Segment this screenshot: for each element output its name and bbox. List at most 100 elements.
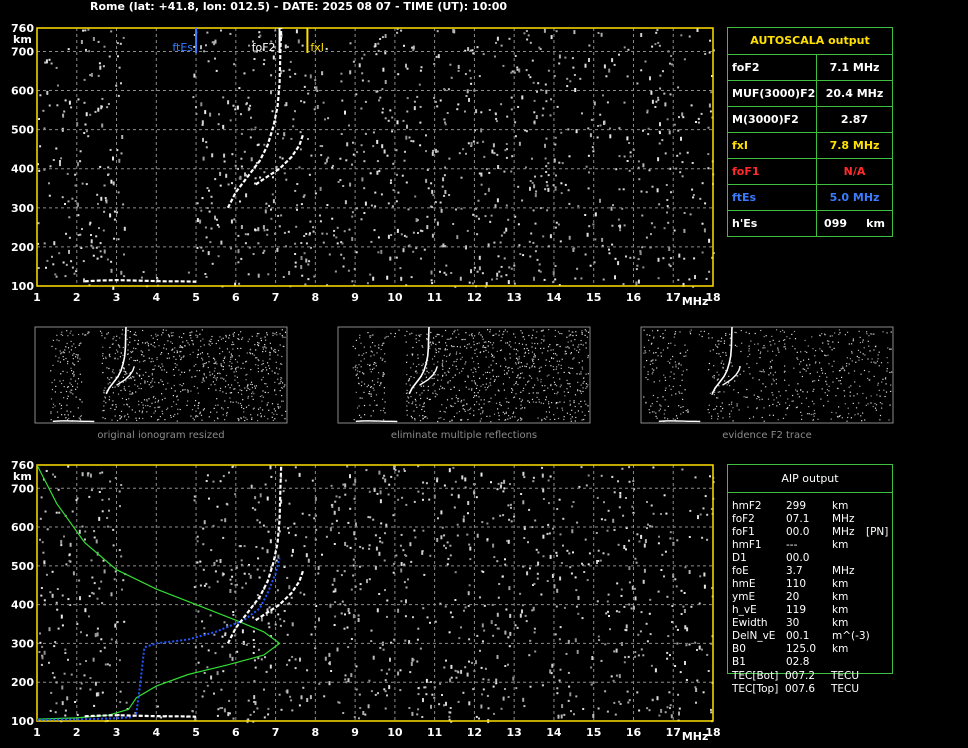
aip-row: foF1 00.0 MHz [PN] bbox=[728, 526, 892, 539]
autoscala-label: ftEs bbox=[728, 185, 817, 210]
autoscala-row: MUF(3000)F2 20.4 MHz bbox=[728, 81, 892, 107]
autoscala-value: 099 km bbox=[824, 217, 885, 230]
autoscala-label: fxI bbox=[728, 133, 817, 158]
autoscala-value: 20.4 MHz bbox=[825, 87, 884, 100]
x-tick-label: 2 bbox=[73, 726, 81, 739]
electron-density-profile bbox=[36, 464, 281, 720]
aip-tec-name: TEC[Bot] bbox=[732, 670, 779, 682]
x-tick-label: 14 bbox=[546, 291, 562, 304]
y-tick-label: 600 bbox=[11, 85, 34, 98]
aip-tec-row: TEC[Bot] 007.2 TECU bbox=[732, 670, 892, 683]
aip-name: h_vE bbox=[732, 604, 757, 616]
aip-name: hmF2 bbox=[732, 500, 762, 512]
aip-value: 20 bbox=[786, 591, 800, 603]
x-tick-label: 15 bbox=[586, 291, 601, 304]
aip-value: 07.1 bbox=[786, 513, 810, 525]
aip-unit: km bbox=[832, 617, 849, 629]
thumbnail-0 bbox=[34, 326, 288, 424]
aip-unit: m^(-3) bbox=[832, 630, 870, 642]
x-tick-label: 4 bbox=[152, 726, 160, 739]
aip-tec-value: 007.6 bbox=[785, 683, 816, 695]
x-tick-label: 10 bbox=[387, 726, 403, 739]
x-tick-label: 16 bbox=[626, 291, 642, 304]
x-tick-label: 3 bbox=[113, 726, 121, 739]
x-tick-label: 5 bbox=[192, 291, 200, 304]
aip-unit: km bbox=[832, 604, 849, 616]
x-tick-label: 10 bbox=[387, 291, 403, 304]
aip-tec-value: 007.2 bbox=[785, 670, 816, 682]
autoscala-value: 5.0 MHz bbox=[829, 191, 880, 204]
aip-value: 00.0 bbox=[786, 552, 810, 564]
thumb-caption-original: original ionogram resized bbox=[97, 430, 225, 441]
x-tick-label: 12 bbox=[467, 291, 482, 304]
y-tick-label: 200 bbox=[11, 241, 34, 254]
aip-value: 125.0 bbox=[786, 643, 817, 655]
x-tick-label: 6 bbox=[232, 726, 240, 739]
y-tick-label: 700 bbox=[11, 45, 34, 58]
echo-trace-1 bbox=[255, 133, 305, 186]
autoscala-value: 7.1 MHz bbox=[829, 61, 880, 74]
aip-name: foF2 bbox=[732, 513, 755, 525]
aip-unit: MHz bbox=[832, 513, 855, 525]
thumbnail-frame bbox=[337, 326, 591, 424]
y-tick-label: 200 bbox=[11, 676, 34, 689]
x-tick-label: 16 bbox=[626, 726, 642, 739]
y-tick-label: 100 bbox=[11, 715, 34, 728]
x-tick-label: 11 bbox=[427, 726, 442, 739]
x-tick-label: 4 bbox=[152, 291, 160, 304]
thumb-caption-evidence: evidence F2 trace bbox=[722, 430, 812, 441]
x-tick-label: 17 bbox=[666, 291, 681, 304]
aip-unit: km bbox=[832, 578, 849, 590]
aip-row: B0 125.0 km bbox=[728, 643, 892, 656]
aip-unit: km bbox=[832, 539, 849, 551]
autoscala-output-table: AUTOSCALA output foF2 7.1 MHz MUF(3000)F2 2… bbox=[727, 27, 893, 237]
y-tick-label: 500 bbox=[11, 124, 34, 137]
aip-unit: km bbox=[832, 500, 849, 512]
aip-row: h_vE 119 km bbox=[728, 604, 892, 617]
aip-unit: km bbox=[832, 591, 849, 603]
aip-name: hmE bbox=[732, 578, 756, 590]
aip-row: foF2 07.1 MHz bbox=[728, 513, 892, 526]
processing-thumbnails bbox=[34, 326, 894, 424]
x-tick-label: 1 bbox=[33, 291, 41, 304]
x-tick-label: 13 bbox=[507, 291, 522, 304]
aip-output-table: AIP output hmF2 299 km foF2 07.1 MHz foF1 00.0 M… bbox=[727, 464, 893, 674]
aip-row: B1 02.8 bbox=[728, 656, 892, 669]
autoscala-label: foF1 bbox=[728, 159, 817, 184]
aip-value: 3.7 bbox=[786, 565, 803, 577]
true-height-trace bbox=[36, 557, 281, 721]
x-tick-label: 6 bbox=[232, 291, 240, 304]
x-tick-label: 8 bbox=[312, 291, 320, 304]
aip-name: foF1 bbox=[732, 526, 755, 538]
x-tick-label: 12 bbox=[467, 726, 482, 739]
x-axis-label: MHz bbox=[682, 730, 709, 743]
aip-tec-row: TEC[Top] 007.6 TECU bbox=[732, 683, 892, 696]
aip-unit: MHz bbox=[832, 526, 855, 538]
x-tick-label: 7 bbox=[272, 726, 280, 739]
noise-speckle bbox=[38, 465, 715, 724]
page-title: Rome (lat: +41.8, lon: 012.5) - DATE: 20… bbox=[90, 0, 508, 13]
autoscala-label: MUF(3000)F2 bbox=[728, 81, 817, 106]
autoscala-row: ftEs 5.0 MHz bbox=[728, 185, 892, 211]
x-tick-label: 3 bbox=[113, 291, 121, 304]
aip-row: Ewidth 30 km bbox=[728, 617, 892, 630]
autoscala-label: M(3000)F2 bbox=[728, 107, 817, 132]
autoscala-label: h'Es bbox=[728, 211, 817, 236]
aip-name: Ewidth bbox=[732, 617, 768, 629]
aip-row: ymE 20 km bbox=[728, 591, 892, 604]
thumbnail-trace-es bbox=[355, 420, 398, 423]
x-tick-label: 1 bbox=[33, 726, 41, 739]
thumbnail-frame bbox=[640, 326, 894, 424]
marker-label-ftEs: ftEs bbox=[172, 41, 193, 54]
autoscala-row: h'Es 099 km bbox=[728, 211, 892, 236]
aip-unit: km bbox=[832, 643, 849, 655]
aip-name: ymE bbox=[732, 591, 756, 603]
thumb-caption-eliminate: eliminate multiple reflections bbox=[390, 430, 538, 441]
autoscala-label: foF2 bbox=[728, 55, 817, 80]
x-tick-label: 8 bbox=[312, 726, 320, 739]
aip-tec-unit: TECU bbox=[831, 670, 860, 682]
aip-name: B0 bbox=[732, 643, 746, 655]
y-tick-label: 500 bbox=[11, 560, 34, 573]
autoscala-row: foF1 N/A bbox=[728, 159, 892, 185]
autoscala-title: AUTOSCALA output bbox=[728, 28, 892, 55]
